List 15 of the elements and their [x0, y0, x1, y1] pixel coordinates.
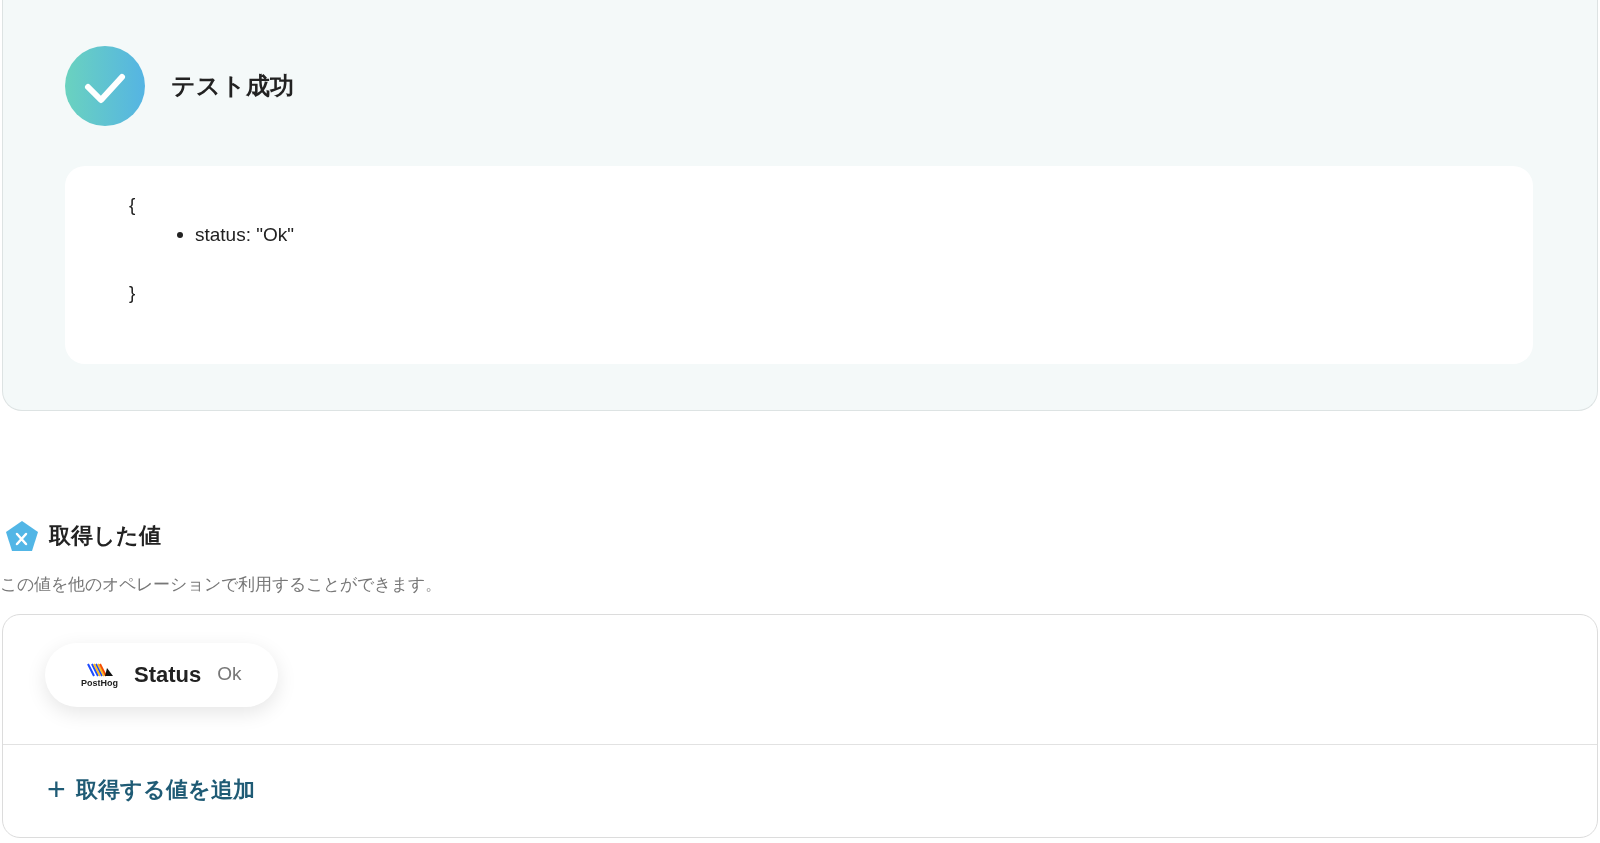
variable-icon [5, 519, 39, 552]
value-chip[interactable]: PostHog Status Ok [45, 642, 278, 707]
value-text: Ok [217, 662, 242, 687]
output-field: status: "Ok" [195, 220, 295, 250]
open-brace: { [129, 193, 136, 217]
check-icon [65, 46, 145, 126]
logo-icon [85, 661, 114, 678]
section-description: この値を他のオペレーションで利用することができます。 [0, 574, 442, 596]
add-value-button[interactable]: + 取得する値を追加 [47, 772, 255, 806]
section-title: 取得した値 [49, 522, 161, 550]
logo-caption: PostHog [81, 677, 118, 688]
close-brace: } [129, 281, 136, 305]
result-title: テスト成功 [171, 71, 294, 101]
bullet-icon [177, 232, 183, 238]
value-name: Status [134, 661, 202, 689]
